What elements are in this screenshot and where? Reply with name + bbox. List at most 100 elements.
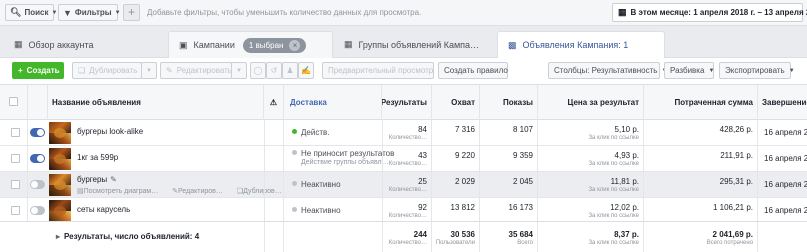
filters-dropdown[interactable]: ▼ Фильтры ▼ [58,4,121,21]
delete-button[interactable]: ◯ [250,62,266,79]
total-cpr-value: 8,37 р. [614,230,639,239]
search-dropdown[interactable]: 🔍︎ Поиск ▼ [5,4,58,21]
spent-cell: 295,31 р. [644,172,758,198]
preview-button[interactable]: Предварительный просмотр [322,62,434,79]
create-button[interactable]: + Создать [12,62,64,79]
row-checkbox[interactable] [11,180,20,189]
breakdown-dropdown[interactable]: Разбивка ▼ [664,62,714,79]
results-cell: 25 Количество… [382,172,432,198]
people-icon: ♟ [286,66,294,75]
chevron-down-icon: ▼ [51,9,58,16]
results-value: 43 [418,151,427,160]
cpr-cell: 5,10 р. За клик по ссылке [538,120,644,146]
ad-thumbnail [49,122,71,144]
chevron-down-icon: ▼ [146,67,152,74]
delivery-sub: Действие группы объявл… [301,159,389,166]
date-range-label: В этом месяце: 1 апреля 2018 г. – 13 апр… [630,8,807,17]
cpr-sub: За клик по ссылке [588,161,639,167]
audience-button[interactable]: ♟ [282,62,298,79]
chevron-right-icon[interactable]: ▸ [56,232,60,241]
total-spent-sub: Всего потрачено [706,240,753,246]
duplicate-dropdown[interactable]: ▼ [141,62,157,79]
impressions-cell: 2 045 [480,172,538,198]
row-checkbox[interactable] [11,154,20,163]
header-cost-per-result[interactable]: Цена за результат [538,85,644,120]
tab-account-overview[interactable]: ▦ Обзор аккаунта [4,31,104,58]
results-value: 84 [418,125,427,134]
reach-value: 2 029 [454,177,475,186]
ad-name[interactable]: бургеры look-alike [77,127,143,136]
warning-cell [264,172,284,198]
total-impressions-sub: Всего [517,240,533,246]
header-reach[interactable]: Охват [432,85,480,120]
reach-value: 9 220 [454,151,475,160]
calendar-icon: ▦ [618,7,627,17]
header-name[interactable]: Название объявления [48,85,264,120]
ad-toggle[interactable] [30,206,45,215]
status-dot [292,129,297,134]
edit-label: Редактировать [176,66,232,75]
ad-name[interactable]: сеты карусель [77,205,130,214]
total-reach-value: 30 536 [450,230,475,239]
edit-link-label: Редактиров… [178,188,223,195]
table-row[interactable]: бургеры look-alike Действ. 84 Количество…… [0,120,807,146]
delivery-status: Неактивно [292,206,341,215]
delivery-label: Неактивно [301,206,341,215]
level-tabs: ▦ Обзор аккаунта ▣ Кампании 1 выбран × ▦… [0,26,807,58]
edit-button[interactable]: ✎ Редактировать [160,62,232,79]
plus-icon: + [18,66,23,75]
toggle-knob [37,129,44,136]
chevron-down-icon: ▼ [788,67,795,74]
undo-button[interactable]: ↺ [266,62,282,79]
header-delivery[interactable]: Доставка [284,85,382,120]
cpr-value: 11,81 р. [610,177,639,186]
edit-link[interactable]: ✎Редактиров… [172,188,229,195]
duplicate-button[interactable]: ❏ Дублировать [72,62,142,79]
clear-selection-icon[interactable]: × [289,39,301,51]
toggle-knob [31,207,38,214]
date-range-picker[interactable]: ▦ В этом месяце: 1 апреля 2018 г. – 13 а… [612,3,807,22]
columns-dropdown[interactable]: Столбцы: Результативность ▼ [548,62,667,79]
warning-cell [264,222,284,252]
header-ends[interactable]: Завершение [758,85,807,120]
preview-label: Предварительный просмотр [328,66,434,75]
header-amount-spent[interactable]: Потраченная сумма [644,85,758,120]
impressions-value: 16 173 [508,203,533,212]
tab-ads[interactable]: ▩ Объявления Кампания: 1 [497,31,665,58]
total-reach-sub: Пользователи [435,240,475,246]
tab-campaigns[interactable]: ▣ Кампании 1 выбран × [168,31,333,58]
table-row[interactable]: бургеры ✎ ▤Посмотреть диаграм… ✎Редактиро… [0,172,807,198]
header-results[interactable]: Результаты [382,85,432,120]
toggle-cell [28,120,48,146]
ad-name[interactable]: 1кг за 599р [77,153,118,162]
ad-toggle[interactable] [30,154,45,163]
create-rule-button[interactable]: Создать правило [438,62,508,79]
table-row[interactable]: 1кг за 599р Не приносит результатов Дейст… [0,146,807,172]
undo-icon: ↺ [270,66,278,75]
ad-toggle[interactable] [30,180,45,189]
toggle-header [28,85,48,120]
reach-cell: 2 029 [432,172,480,198]
impressions-value: 2 045 [512,177,533,186]
comment-button[interactable]: ✍ [298,62,314,79]
edit-dropdown[interactable]: ▼ [231,62,247,79]
account-overview-icon: ▦ [14,39,23,49]
header-impressions[interactable]: Показы [480,85,538,120]
pencil-icon[interactable]: ✎ [110,175,117,184]
add-filter-button[interactable]: + [123,4,140,21]
row-checkbox[interactable] [11,206,20,215]
end-date: 16 апреля 2018 [764,128,807,137]
view-charts-link[interactable]: ▤Посмотреть диаграм… [77,188,164,195]
total-cpr-cell: 8,37 р. За клик по ссылке [538,222,644,252]
ad-toggle[interactable] [30,128,45,137]
row-checkbox[interactable] [11,128,20,137]
tab-campaigns-label: Кампании [193,40,235,50]
cpr-sub: За клик по ссылке [588,213,639,219]
export-dropdown[interactable]: Экспортировать ▼ [719,62,795,79]
select-all-checkbox[interactable] [9,97,18,106]
tab-adsets[interactable]: ▦ Группы объявлений Кампа… [334,31,489,58]
ad-name[interactable]: бургеры [77,175,107,184]
spent-value: 1 106,21 р. [712,203,753,212]
cpr-cell: 11,81 р. За клик по ссылке [538,172,644,198]
adsets-icon: ▦ [344,39,353,49]
